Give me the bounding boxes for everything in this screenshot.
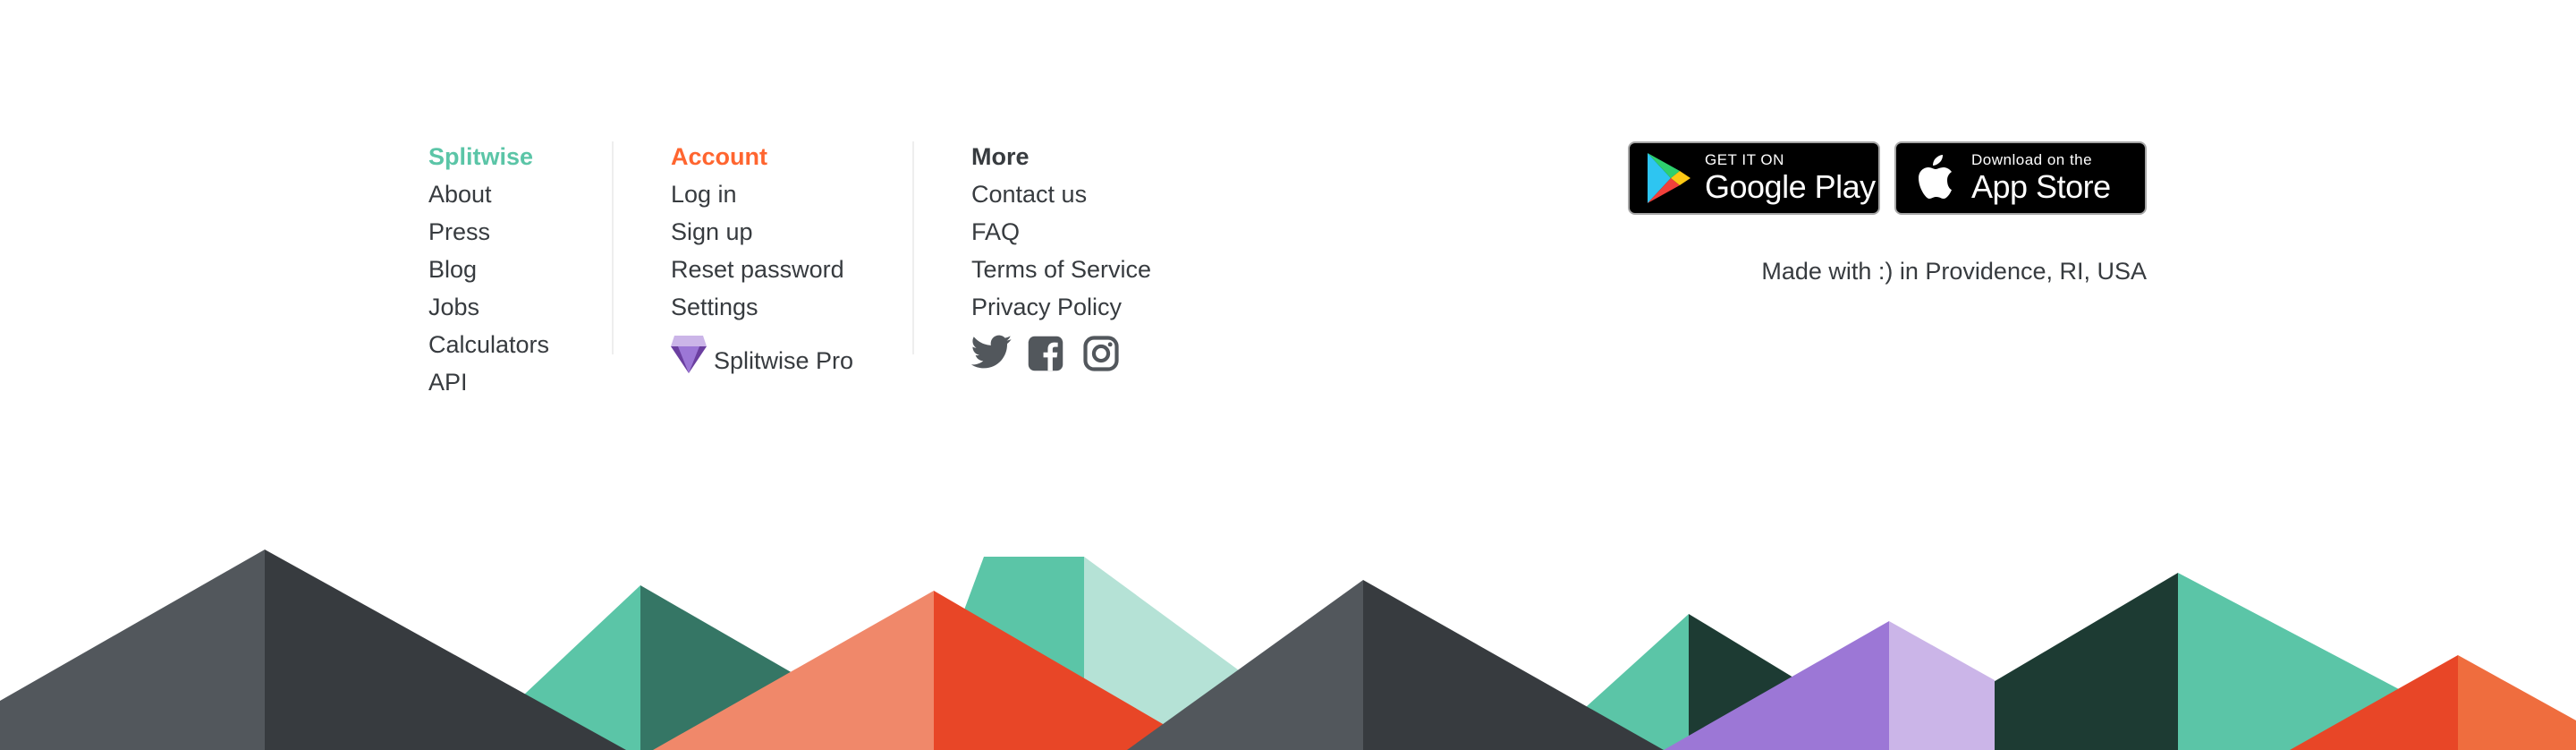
contact-us-link[interactable]: Contact us bbox=[971, 175, 1240, 213]
app-store-text: Download on the App Store bbox=[1971, 151, 2111, 205]
column-divider bbox=[912, 141, 914, 354]
press-link[interactable]: Press bbox=[428, 213, 607, 251]
footer-column-splitwise: Splitwise About Press Blog Jobs Calculat… bbox=[428, 138, 607, 401]
jobs-link[interactable]: Jobs bbox=[428, 288, 607, 326]
about-link[interactable]: About bbox=[428, 175, 607, 213]
column-title-more: More bbox=[971, 143, 1030, 170]
splitwise-pro-label: Splitwise Pro bbox=[714, 346, 854, 374]
column-title-account: Account bbox=[671, 143, 767, 170]
twitter-icon[interactable] bbox=[970, 335, 1012, 372]
footer: Splitwise About Press Blog Jobs Calculat… bbox=[0, 0, 2576, 750]
faq-link[interactable]: FAQ bbox=[971, 213, 1240, 251]
privacy-policy-link[interactable]: Privacy Policy bbox=[971, 288, 1240, 326]
google-play-text: GET IT ON Google Play bbox=[1705, 151, 1876, 205]
blog-link[interactable]: Blog bbox=[428, 251, 607, 288]
google-play-icon bbox=[1644, 151, 1694, 205]
footer-column-account: Account Log in Sign up Reset password Se… bbox=[671, 138, 912, 379]
google-play-small-text: GET IT ON bbox=[1705, 151, 1784, 168]
facebook-icon[interactable] bbox=[1027, 335, 1066, 372]
mountain-decoration bbox=[0, 550, 2576, 750]
google-play-big-text: Google Play bbox=[1705, 168, 1876, 205]
social-links bbox=[970, 335, 1240, 372]
calculators-link[interactable]: Calculators bbox=[428, 326, 607, 363]
gem-icon bbox=[671, 334, 707, 375]
app-store-button[interactable]: Download on the App Store bbox=[1894, 141, 2147, 215]
splitwise-pro-link[interactable]: Splitwise Pro bbox=[671, 329, 912, 379]
settings-link[interactable]: Settings bbox=[671, 288, 912, 326]
instagram-icon[interactable] bbox=[1082, 335, 1122, 372]
google-play-button[interactable]: GET IT ON Google Play bbox=[1628, 141, 1880, 215]
footer-column-more: More Contact us FAQ Terms of Service Pri… bbox=[970, 138, 1240, 372]
sign-up-link[interactable]: Sign up bbox=[671, 213, 912, 251]
apple-icon bbox=[1911, 151, 1961, 205]
app-store-big-text: App Store bbox=[1971, 168, 2111, 205]
app-store-small-text: Download on the bbox=[1971, 151, 2093, 168]
api-link[interactable]: API bbox=[428, 363, 607, 401]
column-title-splitwise: Splitwise bbox=[428, 143, 534, 170]
column-divider bbox=[612, 141, 614, 354]
log-in-link[interactable]: Log in bbox=[671, 175, 912, 213]
reset-password-link[interactable]: Reset password bbox=[671, 251, 912, 288]
terms-of-service-link[interactable]: Terms of Service bbox=[971, 251, 1240, 288]
made-with-text: Made with :) in Providence, RI, USA bbox=[1761, 258, 2147, 285]
